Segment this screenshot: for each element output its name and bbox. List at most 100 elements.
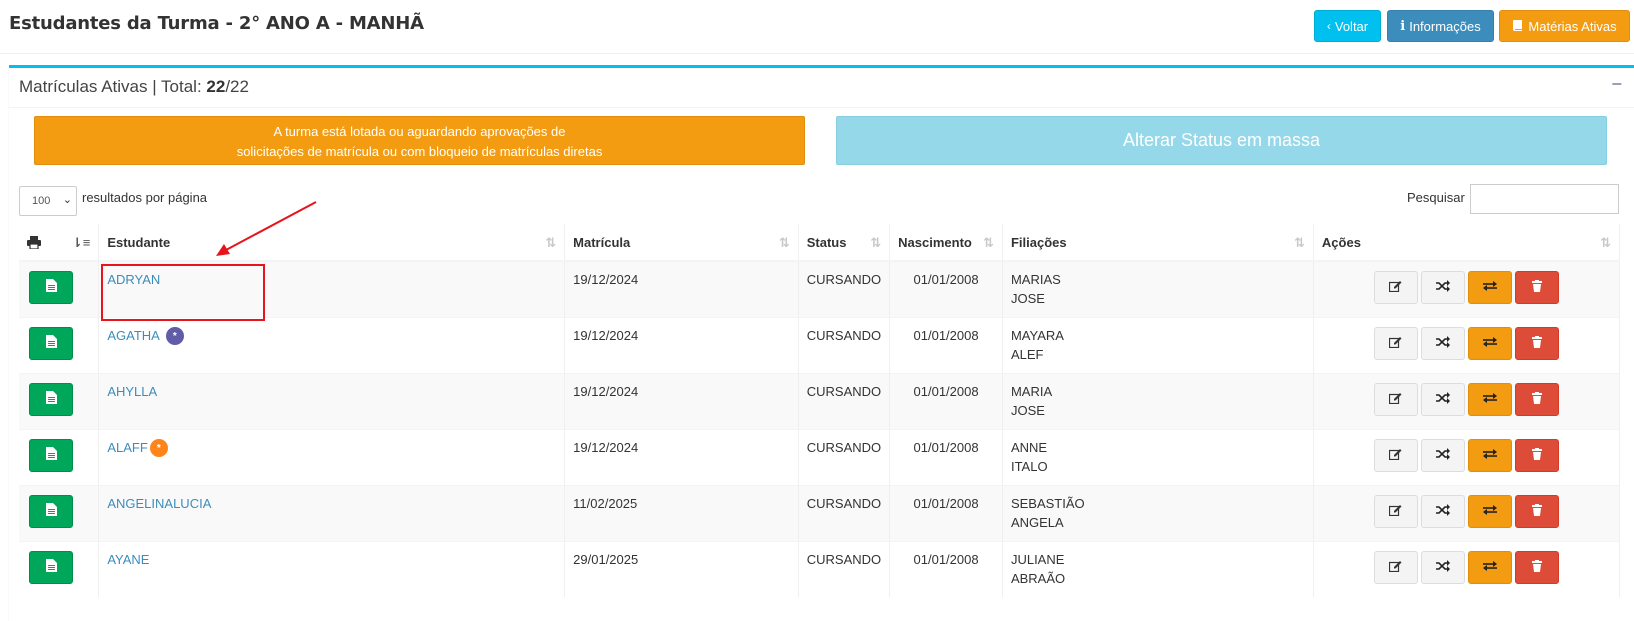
exchange-button[interactable] <box>1467 271 1512 304</box>
status-cell: CURSANDO <box>798 540 891 597</box>
nascimento-cell: 01/01/2008 <box>889 428 1003 485</box>
edit-button[interactable] <box>1373 382 1418 416</box>
filiacao-2: JOSE <box>1010 402 1045 418</box>
print-column-header[interactable]: ⇂≡ <box>19 224 100 262</box>
student-cell: ANGELINALUCIA <box>98 484 566 541</box>
nascimento-cell: 01/01/2008 <box>889 540 1003 597</box>
exchange-button[interactable] <box>1467 438 1512 472</box>
transfer-random-button[interactable] <box>1420 326 1465 360</box>
results-per-page-select[interactable]: 100 ⌄ <box>19 186 77 216</box>
nascimento-column-header[interactable]: Nascimento ⇅ <box>889 224 1003 262</box>
exchange-button[interactable] <box>1467 326 1512 360</box>
trash-icon <box>1531 446 1542 465</box>
exchange-button[interactable] <box>1467 494 1512 528</box>
filiacao-2: ABRAÃO <box>1010 570 1066 586</box>
materias-ativas-button[interactable]: Matérias Ativas <box>1499 10 1630 42</box>
alterar-status-massa-button[interactable]: Alterar Status em massa <box>836 116 1607 165</box>
edit-button[interactable] <box>1373 326 1418 360</box>
sort-amount-down-icon[interactable]: ⇂≡ <box>72 235 90 251</box>
filiacao-1: SEBASTIÃO <box>1010 495 1085 511</box>
delete-button[interactable] <box>1514 494 1559 528</box>
student-badge[interactable]: * <box>149 439 168 458</box>
transfer-random-button[interactable] <box>1420 382 1465 416</box>
matricula-header-label: Matrícula <box>573 234 631 250</box>
voltar-button[interactable]: ‹ Voltar <box>1314 10 1381 42</box>
student-name-link[interactable]: AGATHA <box>107 328 160 343</box>
transfer-random-button[interactable] <box>1420 494 1465 528</box>
nascimento-cell: 01/01/2008 <box>889 372 1003 429</box>
file-icon <box>45 558 57 577</box>
status-header-label: Status <box>806 234 847 250</box>
transfer-random-button[interactable] <box>1420 550 1465 584</box>
exchange-icon <box>1482 446 1497 465</box>
student-name-link[interactable]: AHYLLA <box>107 384 157 399</box>
student-name-link[interactable]: ANGELINALUCIA <box>107 496 211 511</box>
document-button[interactable] <box>29 494 73 528</box>
student-name-link[interactable]: ALAFF <box>107 440 147 455</box>
delete-button[interactable] <box>1514 438 1559 472</box>
warning-line-2: solicitações de matrícula ou com bloquei… <box>236 144 603 159</box>
search-input[interactable] <box>1470 184 1619 214</box>
page-title: Estudantes da Turma - 2° ANO A - MANHÃ <box>9 13 424 34</box>
transfer-random-button[interactable] <box>1420 438 1465 472</box>
exchange-button[interactable] <box>1467 550 1512 584</box>
results-per-page-value: 100 <box>32 195 51 207</box>
collapse-button[interactable]: − <box>1611 74 1622 95</box>
trash-icon <box>1531 278 1542 297</box>
student-name-link[interactable]: ADRYAN <box>107 272 160 287</box>
delete-button[interactable] <box>1514 271 1559 304</box>
acoes-cell <box>1313 316 1621 373</box>
acoes-column-header[interactable]: Ações ⇅ <box>1313 224 1621 262</box>
print-icon[interactable] <box>27 235 41 252</box>
matricula-column-header[interactable]: Matrícula ⇅ <box>564 224 799 262</box>
acoes-cell <box>1313 540 1621 597</box>
edit-button[interactable] <box>1373 550 1418 584</box>
edit-button[interactable] <box>1373 438 1418 472</box>
delete-button[interactable] <box>1514 382 1559 416</box>
trash-icon <box>1531 390 1542 409</box>
file-icon <box>45 278 57 297</box>
status-cell: CURSANDO <box>798 428 891 485</box>
acoes-cell <box>1313 428 1621 485</box>
status-cell: CURSANDO <box>798 484 891 541</box>
exchange-icon <box>1482 390 1497 409</box>
trash-icon <box>1531 334 1542 353</box>
status-column-header[interactable]: Status ⇅ <box>798 224 891 262</box>
student-name-link[interactable]: AYANE <box>107 552 149 567</box>
random-icon <box>1435 278 1450 297</box>
trash-icon <box>1531 558 1542 577</box>
document-button[interactable] <box>29 550 73 584</box>
edit-icon <box>1389 278 1402 297</box>
document-button[interactable] <box>29 271 73 304</box>
delete-button[interactable] <box>1514 326 1559 360</box>
exchange-button[interactable] <box>1467 382 1512 416</box>
estudante-column-header[interactable]: Estudante ⇅ <box>98 224 566 262</box>
table-row: ALAFF * 19/12/2024 CURSANDO 01/01/2008 ANNE IT… <box>19 428 1621 485</box>
page-header: Estudantes da Turma - 2° ANO A - MANHÃ ‹… <box>0 0 1634 54</box>
results-per-page-label: resultados por página <box>82 190 208 205</box>
student-badge[interactable]: * <box>165 327 184 346</box>
sort-icon: ⇅ <box>1294 235 1305 250</box>
document-button[interactable] <box>29 326 73 360</box>
student-cell: ALAFF * <box>98 428 566 485</box>
edit-button[interactable] <box>1373 494 1418 528</box>
print-cell <box>19 372 100 429</box>
random-icon <box>1435 502 1450 521</box>
sort-icon: ⇅ <box>1600 235 1611 250</box>
filiacoes-column-header[interactable]: Filiações ⇅ <box>1002 224 1314 262</box>
filiacoes-header-label: Filiações <box>1010 234 1067 250</box>
document-button[interactable] <box>29 382 73 416</box>
delete-button[interactable] <box>1514 550 1559 584</box>
filiacao-1: MAYARA <box>1010 327 1064 343</box>
status-cell: CURSANDO <box>798 316 891 373</box>
acoes-cell <box>1313 260 1621 317</box>
informacoes-button[interactable]: i Informações <box>1387 10 1494 42</box>
exchange-icon <box>1482 558 1497 577</box>
table-row: ADRYAN 19/12/2024 CURSANDO 01/01/2008 MARIAS… <box>19 260 1621 317</box>
acoes-header-label: Ações <box>1321 234 1361 250</box>
edit-button[interactable] <box>1373 271 1418 304</box>
matriculas-box: Matrículas Ativas | Total: 22/22 − A tur… <box>9 65 1634 621</box>
table-header-row: ⇂≡ Estudante ⇅ Matrícula ⇅ Status ⇅ Nascime… <box>19 224 1621 262</box>
document-button[interactable] <box>29 438 73 472</box>
transfer-random-button[interactable] <box>1420 271 1465 304</box>
